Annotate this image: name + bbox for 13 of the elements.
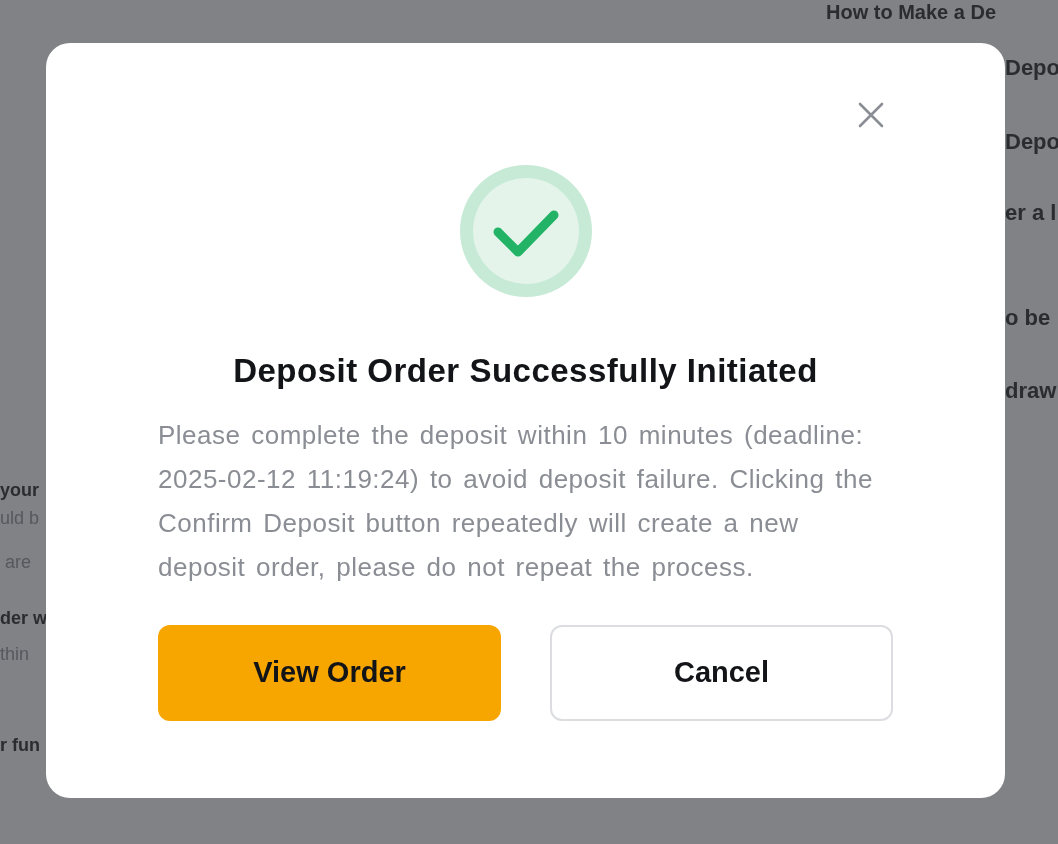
dialog-title: Deposit Order Successfully Initiated	[233, 351, 818, 391]
close-button[interactable]	[857, 101, 885, 129]
cancel-button[interactable]: Cancel	[550, 625, 893, 721]
background-text: draw	[1005, 377, 1058, 405]
background-text: r fun	[0, 734, 41, 757]
background-text: How to Make a De	[825, 0, 998, 24]
close-icon	[857, 101, 885, 129]
background-text: er a l	[1005, 199, 1058, 227]
success-check-icon	[459, 165, 592, 297]
background-text: your	[0, 479, 40, 502]
background-text: o be	[1005, 304, 1052, 332]
dialog-message: Please complete the deposit within 10 minutes (deadline: 2025-02-12 11:19:24) to avoid deposit failure. Clicking the Confirm Deposit button repeatedly will create a new deposit order, please do not repeat the process.	[158, 419, 874, 584]
view-order-button[interactable]: View Order	[158, 625, 501, 721]
